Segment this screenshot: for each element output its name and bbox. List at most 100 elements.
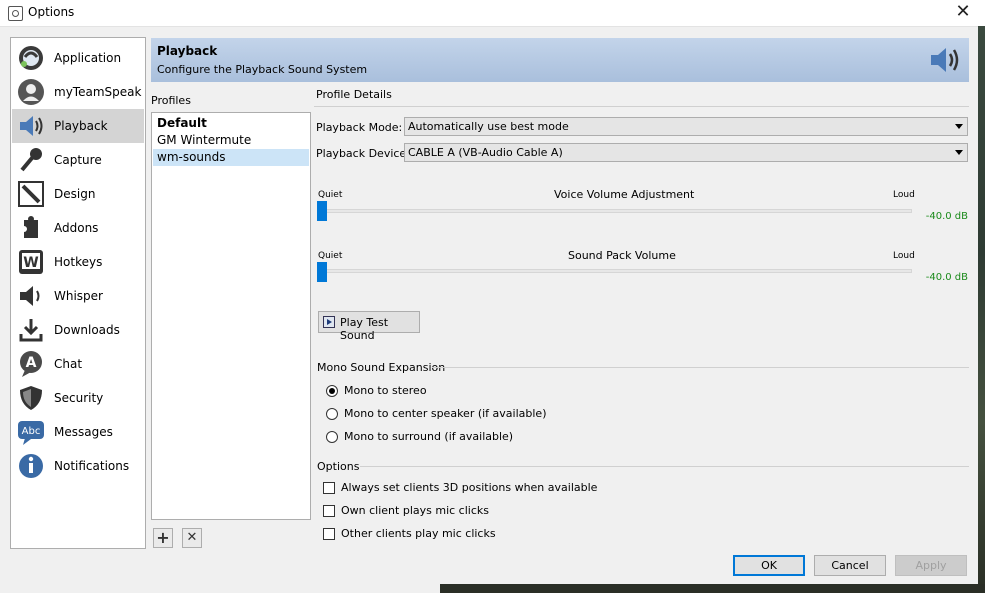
- page-subtitle: Configure the Playback Sound System: [157, 63, 368, 76]
- checkbox-own-mic-clicks[interactable]: [323, 505, 335, 517]
- voice-volume-max-label: Loud: [893, 190, 915, 200]
- checkbox-other-mic-clicks[interactable]: [323, 528, 335, 540]
- keyboard-key-icon: W: [19, 250, 43, 274]
- chevron-down-icon: [955, 124, 963, 129]
- microphone-icon: [20, 148, 42, 172]
- sound-pack-volume-title: Sound Pack Volume: [568, 249, 676, 262]
- add-profile-button[interactable]: +: [153, 528, 173, 548]
- ok-button[interactable]: OK: [733, 555, 805, 576]
- svg-text:W: W: [23, 255, 38, 271]
- page-title: Playback: [157, 44, 218, 58]
- play-icon: [323, 316, 335, 328]
- sidebar-item-label: Downloads: [54, 323, 120, 337]
- sidebar-item-label: Hotkeys: [54, 255, 103, 269]
- puzzle-piece-icon: [21, 216, 38, 238]
- sidebar-item-playback[interactable]: Playback: [12, 109, 144, 143]
- pencil-icon: [18, 181, 44, 207]
- remove-profile-button[interactable]: ✕: [182, 528, 202, 548]
- apply-button[interactable]: Apply: [895, 555, 967, 576]
- sidebar-item-capture[interactable]: Capture: [12, 143, 144, 177]
- profile-item[interactable]: GM Wintermute: [153, 132, 309, 149]
- sidebar-item-downloads[interactable]: Downloads: [12, 313, 144, 347]
- profile-item-selected[interactable]: wm-sounds: [153, 149, 309, 166]
- playback-device-label: Playback Device:: [316, 147, 410, 160]
- profile-item[interactable]: Default: [153, 115, 309, 132]
- playback-mode-select[interactable]: Automatically use best mode: [404, 117, 968, 136]
- profiles-list: Default GM Wintermute wm-sounds: [151, 112, 311, 520]
- profiles-label: Profiles: [151, 94, 191, 107]
- radio-mono-to-center[interactable]: [326, 408, 338, 420]
- sound-pack-min-label: Quiet: [318, 251, 343, 261]
- sidebar-item-hotkeys[interactable]: W Hotkeys: [12, 245, 144, 279]
- svg-text:Abc: Abc: [22, 426, 41, 437]
- sidebar-item-label: Notifications: [54, 459, 130, 473]
- voice-volume-value: -40.0 dB: [925, 211, 968, 222]
- sidebar-item-chat[interactable]: A Chat: [12, 347, 144, 381]
- options-group-title: Options: [317, 460, 360, 473]
- divider: [360, 466, 969, 467]
- desktop-background-bottom: [0, 584, 985, 593]
- sidebar-item-application[interactable]: Application: [12, 41, 144, 75]
- voice-volume-title: Voice Volume Adjustment: [554, 188, 695, 201]
- sidebar-item-label: Whisper: [54, 289, 103, 303]
- sidebar-item-messages[interactable]: Abc Messages: [12, 415, 144, 449]
- checkbox-label: Other clients play mic clicks: [341, 527, 496, 540]
- title-bar: Options ✕: [0, 0, 985, 27]
- page-header: Playback Configure the Playback Sound Sy…: [151, 38, 969, 82]
- mono-expansion-title: Mono Sound Expansion: [317, 361, 446, 374]
- mono-option-label: Mono to center speaker (if available): [344, 407, 547, 420]
- shield-icon: [20, 386, 42, 410]
- options-app-icon: [8, 6, 23, 21]
- speaker-icon: [20, 116, 43, 136]
- close-icon[interactable]: ✕: [953, 2, 973, 22]
- sound-pack-volume-slider[interactable]: [318, 269, 912, 273]
- speaker-icon: [931, 48, 959, 72]
- sidebar-item-design[interactable]: Design: [12, 177, 144, 211]
- checkbox-3d-positions[interactable]: [323, 482, 335, 494]
- radio-mono-to-stereo[interactable]: [326, 385, 338, 397]
- sidebar-item-security[interactable]: Security: [12, 381, 144, 415]
- category-sidebar: Application myTeamSpeak Playback Capture: [10, 37, 146, 549]
- divider: [432, 367, 969, 368]
- divider: [314, 106, 969, 107]
- sound-pack-max-label: Loud: [893, 251, 915, 261]
- sound-pack-volume-value: -40.0 dB: [925, 272, 968, 283]
- sidebar-item-label: Application: [54, 51, 122, 65]
- radio-mono-to-surround[interactable]: [326, 431, 338, 443]
- voice-volume-slider[interactable]: [318, 209, 912, 213]
- sidebar-item-label: Addons: [54, 221, 99, 235]
- chevron-down-icon: [955, 150, 963, 155]
- sidebar-item-label: Design: [54, 187, 96, 201]
- svg-text:A: A: [26, 355, 37, 371]
- desktop-background: [978, 26, 985, 593]
- playback-mode-label: Playback Mode:: [316, 121, 403, 134]
- speaker-whisper-icon: [20, 286, 40, 306]
- playback-device-value: CABLE A (VB-Audio Cable A): [408, 146, 563, 159]
- teamspeak-logo-icon: [19, 46, 43, 70]
- sidebar-item-notifications[interactable]: Notifications: [12, 449, 144, 483]
- chat-bubble-icon: A: [20, 351, 42, 377]
- options-window: Options ✕ Application myTeamSpeak Playba…: [0, 0, 985, 593]
- mono-option-label: Mono to surround (if available): [344, 430, 514, 443]
- download-arrow-icon: [19, 319, 43, 342]
- sidebar-item-addons[interactable]: Addons: [12, 211, 144, 245]
- sidebar-item-label: Playback: [54, 119, 108, 133]
- user-avatar-icon: [18, 79, 44, 105]
- play-test-sound-button[interactable]: Play Test Sound: [318, 311, 420, 342]
- sound-pack-slider-handle[interactable]: [317, 262, 327, 282]
- checkbox-label: Always set clients 3D positions when ava…: [341, 481, 598, 494]
- sidebar-item-myteamspeak[interactable]: myTeamSpeak: [12, 75, 144, 109]
- info-icon: [19, 454, 43, 478]
- abc-message-icon: Abc: [18, 421, 44, 445]
- profile-details-label: Profile Details: [316, 88, 392, 101]
- desktop-dark-strip: [440, 584, 985, 593]
- sidebar-item-label: Messages: [54, 425, 113, 439]
- playback-device-select[interactable]: CABLE A (VB-Audio Cable A): [404, 143, 968, 162]
- sidebar-item-label: Capture: [54, 153, 102, 167]
- sidebar-item-label: Security: [54, 391, 104, 405]
- voice-volume-min-label: Quiet: [318, 190, 343, 200]
- sidebar-item-whisper[interactable]: Whisper: [12, 279, 144, 313]
- cancel-button[interactable]: Cancel: [814, 555, 886, 576]
- voice-volume-slider-handle[interactable]: [317, 201, 327, 221]
- sidebar-item-label: Chat: [54, 357, 83, 371]
